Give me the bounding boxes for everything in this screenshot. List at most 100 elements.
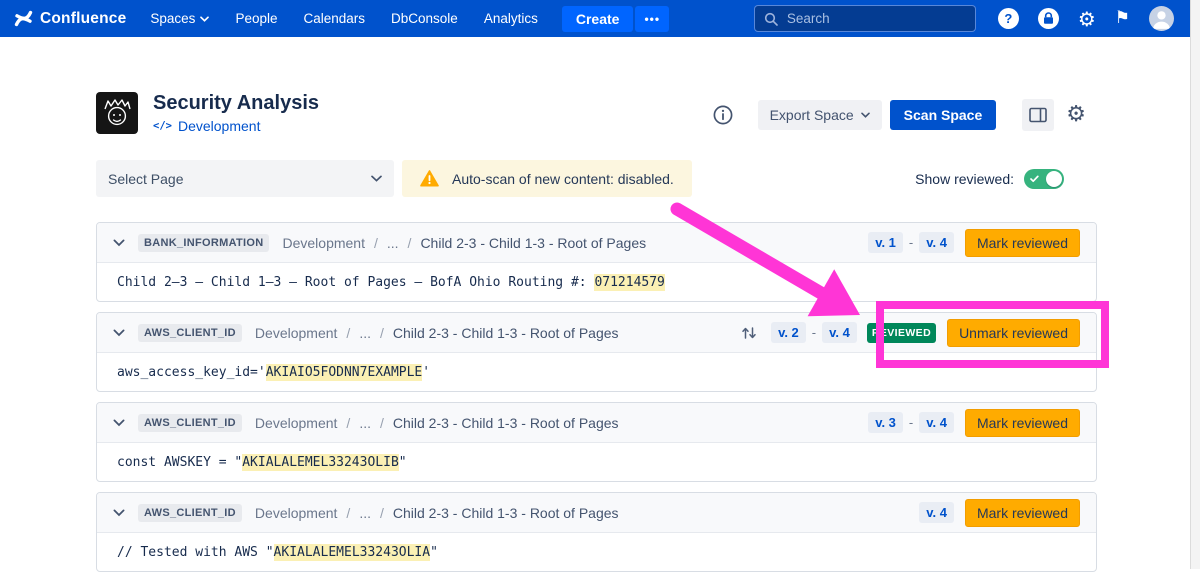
version-to-link[interactable]: v. 4 bbox=[919, 232, 954, 253]
export-space-button[interactable]: Export Space bbox=[758, 100, 882, 130]
reviewed-status-badge: REVIEWED bbox=[867, 323, 936, 343]
version-to-link[interactable]: v. 4 bbox=[919, 412, 954, 433]
code-icon: </> bbox=[153, 120, 172, 132]
warning-text: Auto-scan of new content: disabled. bbox=[452, 171, 674, 187]
chevron-down-icon[interactable] bbox=[113, 509, 125, 517]
space-link[interactable]: </> Development bbox=[153, 118, 319, 134]
finding-header: AWS_CLIENT_ID Development / ... / Child … bbox=[97, 493, 1096, 532]
scan-space-button[interactable]: Scan Space bbox=[890, 100, 997, 130]
nav-item-analytics[interactable]: Analytics bbox=[484, 11, 538, 26]
finding-type-badge: AWS_CLIENT_ID bbox=[138, 504, 242, 522]
breadcrumb: Development / ... / Child 2-3 - Child 1-… bbox=[255, 505, 619, 521]
search-input[interactable] bbox=[785, 10, 966, 27]
breadcrumb: Development / ... / Child 2-3 - Child 1-… bbox=[255, 415, 619, 431]
finding-header: BANK_INFORMATION Development / ... / Chi… bbox=[97, 223, 1096, 262]
help-icon[interactable]: ? bbox=[998, 8, 1019, 29]
secret-highlight: AKIAIO5FODNN7EXAMPLE bbox=[266, 364, 423, 381]
create-button[interactable]: Create bbox=[562, 6, 634, 32]
page-header: Security Analysis </> Development Export… bbox=[96, 92, 1097, 134]
finding-snippet: Child 2–3 – Child 1–3 – Root of Pages – … bbox=[97, 262, 1096, 301]
select-page-dropdown[interactable]: Select Page bbox=[96, 160, 394, 197]
nav-icons: ? ⚙ ⚑ bbox=[998, 6, 1174, 31]
breadcrumb-page-link[interactable]: Child 2-3 - Child 1-3 - Root of Pages bbox=[420, 235, 646, 251]
breadcrumb-space-link[interactable]: Development bbox=[255, 415, 338, 431]
chevron-down-icon bbox=[861, 112, 870, 118]
top-nav: Confluence Spaces People Calendars DbCon… bbox=[0, 0, 1200, 37]
breadcrumb: Development / ... / Child 2-3 - Child 1-… bbox=[282, 235, 646, 251]
nav-item-label: Spaces bbox=[150, 11, 195, 26]
secret-highlight: AKIALALEMEL33243OLIB bbox=[242, 454, 399, 471]
breadcrumb-space-link[interactable]: Development bbox=[282, 235, 365, 251]
confluence-logo-icon bbox=[14, 9, 33, 28]
flag-icon[interactable]: ⚑ bbox=[1115, 10, 1130, 27]
nav-item-calendars[interactable]: Calendars bbox=[303, 11, 365, 26]
breadcrumb-page-link[interactable]: Child 2-3 - Child 1-3 - Root of Pages bbox=[393, 415, 619, 431]
breadcrumb-ellipsis[interactable]: ... bbox=[359, 415, 371, 431]
space-settings-gear-icon[interactable]: ⚙ bbox=[1066, 104, 1086, 126]
breadcrumb-ellipsis[interactable]: ... bbox=[387, 235, 399, 251]
auto-scan-warning-banner: Auto-scan of new content: disabled. bbox=[402, 160, 692, 197]
version-from-link[interactable]: v. 1 bbox=[868, 232, 903, 253]
chevron-down-icon[interactable] bbox=[113, 419, 125, 427]
finding-card: BANK_INFORMATION Development / ... / Chi… bbox=[96, 222, 1097, 302]
version-to-link[interactable]: v. 4 bbox=[822, 322, 857, 343]
breadcrumb-space-link[interactable]: Development bbox=[255, 505, 338, 521]
nav-more-button[interactable]: ••• bbox=[635, 6, 669, 32]
breadcrumb-space-link[interactable]: Development bbox=[255, 325, 338, 341]
show-reviewed-toggle[interactable] bbox=[1024, 169, 1064, 189]
mark-reviewed-button[interactable]: Mark reviewed bbox=[965, 499, 1080, 527]
finding-type-badge: AWS_CLIENT_ID bbox=[138, 324, 242, 342]
panel-toggle-button[interactable] bbox=[1022, 99, 1054, 131]
space-link-label: Development bbox=[178, 118, 261, 134]
compare-versions-icon[interactable] bbox=[741, 326, 757, 340]
version-from-link[interactable]: v. 3 bbox=[868, 412, 903, 433]
brand-name: Confluence bbox=[40, 10, 126, 28]
breadcrumb-page-link[interactable]: Child 2-3 - Child 1-3 - Root of Pages bbox=[393, 505, 619, 521]
nav-search[interactable] bbox=[754, 5, 976, 32]
confluence-home-link[interactable]: Confluence bbox=[14, 9, 126, 28]
select-page-value: Select Page bbox=[108, 171, 184, 187]
finding-snippet: // Tested with AWS "AKIALALEMEL33243OLIA… bbox=[97, 532, 1096, 571]
search-icon bbox=[764, 12, 778, 26]
header-actions: Export Space Scan Space ⚙ bbox=[712, 99, 1097, 131]
show-reviewed-control: Show reviewed: bbox=[915, 169, 1097, 189]
breadcrumb-page-link[interactable]: Child 2-3 - Child 1-3 - Root of Pages bbox=[393, 325, 619, 341]
lock-icon[interactable] bbox=[1038, 8, 1059, 29]
avatar[interactable] bbox=[1149, 6, 1174, 31]
finding-header: AWS_CLIENT_ID Development / ... / Child … bbox=[97, 313, 1096, 352]
show-reviewed-label: Show reviewed: bbox=[915, 171, 1014, 187]
breadcrumb-ellipsis[interactable]: ... bbox=[359, 325, 371, 341]
mark-reviewed-button[interactable]: Mark reviewed bbox=[965, 409, 1080, 437]
finding-card: AWS_CLIENT_ID Development / ... / Child … bbox=[96, 402, 1097, 482]
secret-highlight: 071214579 bbox=[594, 274, 664, 291]
finding-type-badge: BANK_INFORMATION bbox=[138, 234, 269, 252]
version-link[interactable]: v. 4 bbox=[919, 502, 954, 523]
secret-highlight: AKIALALEMEL33243OLIA bbox=[274, 544, 431, 561]
info-icon[interactable] bbox=[712, 104, 734, 126]
nav-menu: Spaces People Calendars DbConsole Analyt… bbox=[150, 11, 537, 26]
nav-item-people[interactable]: People bbox=[235, 11, 277, 26]
mark-reviewed-button[interactable]: Mark reviewed bbox=[965, 229, 1080, 257]
chevron-down-icon[interactable] bbox=[113, 329, 125, 337]
breadcrumb: Development / ... / Child 2-3 - Child 1-… bbox=[255, 325, 619, 341]
finding-header: AWS_CLIENT_ID Development / ... / Child … bbox=[97, 403, 1096, 442]
filter-row: Select Page Auto-scan of new content: di… bbox=[96, 160, 1097, 197]
space-avatar bbox=[96, 92, 138, 134]
gear-icon[interactable]: ⚙ bbox=[1078, 9, 1096, 29]
check-icon bbox=[1030, 175, 1039, 183]
toggle-knob bbox=[1046, 171, 1062, 187]
warning-icon bbox=[420, 170, 439, 187]
breadcrumb-ellipsis[interactable]: ... bbox=[359, 505, 371, 521]
version-from-link[interactable]: v. 2 bbox=[771, 322, 806, 343]
chevron-down-icon bbox=[371, 175, 382, 182]
nav-item-spaces[interactable]: Spaces bbox=[150, 11, 209, 26]
space-tool-page: Security Analysis </> Development Export… bbox=[96, 92, 1097, 572]
nav-item-dbconsole[interactable]: DbConsole bbox=[391, 11, 458, 26]
unmark-reviewed-button[interactable]: Unmark reviewed bbox=[947, 319, 1080, 347]
finding-snippet: aws_access_key_id='AKIAIO5FODNN7EXAMPLE' bbox=[97, 352, 1096, 391]
chevron-down-icon[interactable] bbox=[113, 239, 125, 247]
finding-card: AWS_CLIENT_ID Development / ... / Child … bbox=[96, 492, 1097, 572]
findings-list: BANK_INFORMATION Development / ... / Chi… bbox=[96, 222, 1097, 572]
scrollbar[interactable] bbox=[1190, 0, 1200, 569]
finding-card: AWS_CLIENT_ID Development / ... / Child … bbox=[96, 312, 1097, 392]
